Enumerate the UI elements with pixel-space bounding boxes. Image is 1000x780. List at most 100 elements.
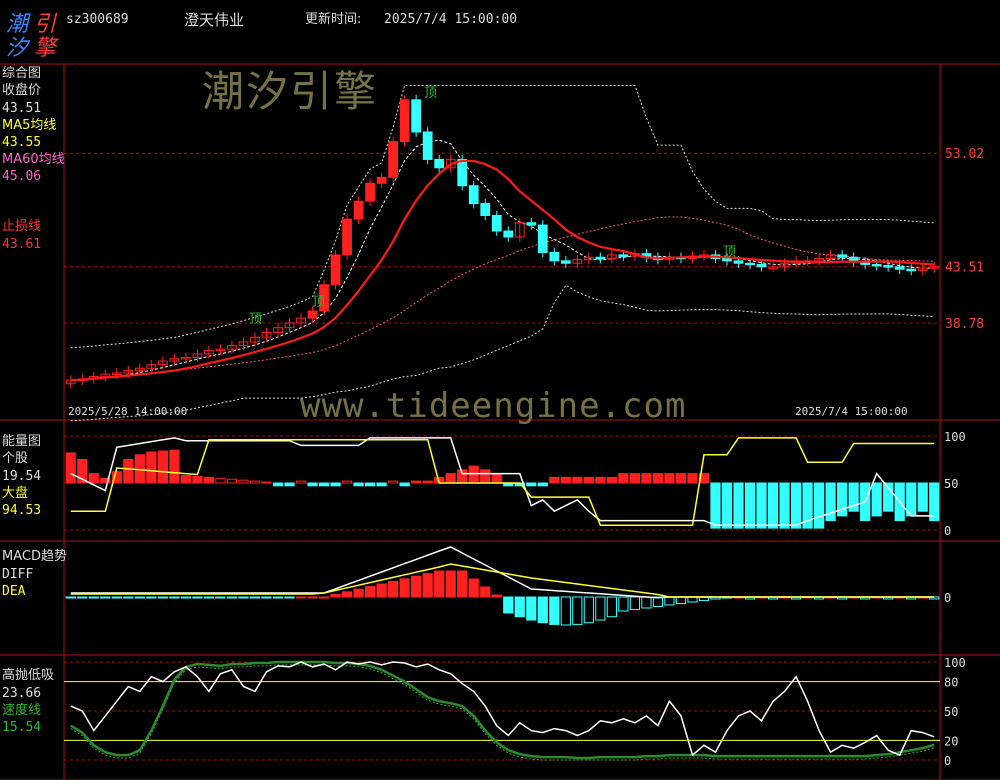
candle-body bbox=[560, 260, 571, 264]
candle-body bbox=[733, 260, 744, 264]
energy-bar bbox=[261, 481, 272, 484]
macd-bar bbox=[503, 596, 514, 614]
energy-bar bbox=[767, 482, 779, 529]
macd-bar bbox=[364, 586, 376, 598]
energy-bar bbox=[779, 482, 790, 529]
energy-bar bbox=[744, 482, 756, 529]
top-mark: 顶 bbox=[723, 245, 737, 260]
candle-body bbox=[330, 254, 341, 286]
market-value: 94.53 bbox=[2, 503, 42, 518]
energy-bar bbox=[445, 473, 456, 484]
energy-bar bbox=[146, 451, 157, 484]
energy-bar bbox=[353, 482, 364, 487]
candle-body bbox=[388, 141, 398, 178]
energy-bar bbox=[180, 474, 191, 484]
watermark-url: www.tideengine.com bbox=[300, 386, 687, 426]
energy-bar bbox=[330, 482, 341, 487]
candle-body bbox=[756, 263, 767, 268]
candle-body bbox=[422, 131, 433, 160]
stock-value: 19.54 bbox=[2, 469, 42, 484]
ma5-line bbox=[70, 139, 935, 381]
macd-bar bbox=[134, 596, 145, 599]
candle-body bbox=[480, 203, 491, 217]
macd-bar bbox=[388, 580, 399, 598]
candle-body bbox=[549, 252, 560, 262]
macd-bar bbox=[88, 596, 99, 599]
candle-body bbox=[503, 230, 514, 238]
logo-char: 汐 bbox=[6, 36, 29, 61]
energy-bar bbox=[295, 480, 307, 484]
gao-tick-label: 50 bbox=[944, 705, 958, 719]
energy-bar bbox=[65, 452, 76, 484]
gao-value: 23.66 bbox=[2, 686, 42, 701]
dea-line bbox=[70, 563, 935, 598]
energy-bar bbox=[572, 476, 583, 484]
energy-bar bbox=[687, 473, 698, 484]
stock-code: sz300689 bbox=[66, 12, 129, 27]
gao-tick-label: 100 bbox=[944, 656, 966, 670]
macd-bar bbox=[549, 596, 560, 625]
gao-tick-label: 80 bbox=[944, 676, 958, 690]
energy-bar bbox=[399, 482, 410, 487]
macd-bar bbox=[422, 573, 433, 598]
candle-body bbox=[411, 99, 422, 133]
energy-bar bbox=[226, 478, 238, 484]
energy-bar bbox=[871, 482, 882, 517]
macd-bar bbox=[249, 596, 261, 599]
market-label: 大盘 bbox=[2, 486, 29, 501]
candle-body bbox=[468, 185, 479, 205]
energy-bar bbox=[88, 473, 99, 484]
macd-bar bbox=[192, 596, 203, 599]
energy-bar bbox=[549, 476, 560, 484]
energy-bar bbox=[710, 482, 721, 529]
macd-bar bbox=[560, 596, 571, 626]
stop-loss-line bbox=[70, 159, 935, 382]
candle-body bbox=[906, 268, 917, 272]
macd-bar bbox=[146, 596, 157, 599]
macd-bar bbox=[307, 596, 318, 599]
macd-bar bbox=[480, 586, 491, 598]
price-tick-label: 38.78 bbox=[945, 317, 984, 332]
macd-bar bbox=[537, 596, 548, 624]
update-time: 2025/7/4 15:00:00 bbox=[384, 12, 518, 27]
macd-bar bbox=[664, 596, 675, 606]
energy-bar bbox=[733, 482, 744, 529]
macd-bar bbox=[284, 596, 295, 599]
macd-bar bbox=[180, 596, 191, 599]
speed-value: 15.54 bbox=[2, 720, 42, 735]
candle-body bbox=[618, 254, 629, 257]
energy-bar bbox=[169, 449, 180, 484]
candle-body bbox=[434, 158, 445, 169]
energy-bar bbox=[468, 465, 479, 484]
energy-tick-label: 50 bbox=[944, 477, 958, 491]
macd-bar bbox=[353, 588, 364, 598]
macd-title: MACD趋势 bbox=[2, 549, 67, 564]
energy-bar bbox=[480, 469, 491, 484]
macd-bar bbox=[330, 593, 341, 598]
energy-bar bbox=[341, 480, 353, 484]
update-label: 更新时间: bbox=[305, 12, 362, 27]
macd-bar bbox=[434, 570, 445, 598]
main-title: 综合图 bbox=[2, 66, 42, 81]
candle-body bbox=[745, 262, 755, 266]
macd-bar bbox=[526, 596, 537, 621]
energy-bar bbox=[123, 459, 134, 484]
dea-label: DEA bbox=[2, 584, 26, 599]
macd-bar bbox=[111, 596, 122, 599]
candle-body bbox=[883, 265, 894, 268]
energy-bar bbox=[825, 482, 836, 522]
energy-bar bbox=[641, 473, 652, 484]
logo-char: 擎 bbox=[34, 36, 57, 61]
candle-body bbox=[342, 218, 352, 256]
price-tick-label: 53.02 bbox=[945, 147, 984, 162]
macd-bar bbox=[341, 591, 353, 598]
macd-bar bbox=[606, 596, 617, 618]
speed-line bbox=[70, 660, 935, 760]
energy-bar bbox=[376, 482, 387, 487]
energy-title: 能量图 bbox=[2, 434, 42, 449]
macd-bar bbox=[77, 596, 88, 599]
macd-bar bbox=[295, 596, 307, 599]
macd-bar bbox=[618, 596, 629, 612]
macd-bar bbox=[272, 596, 284, 599]
macd-bar bbox=[65, 596, 76, 599]
